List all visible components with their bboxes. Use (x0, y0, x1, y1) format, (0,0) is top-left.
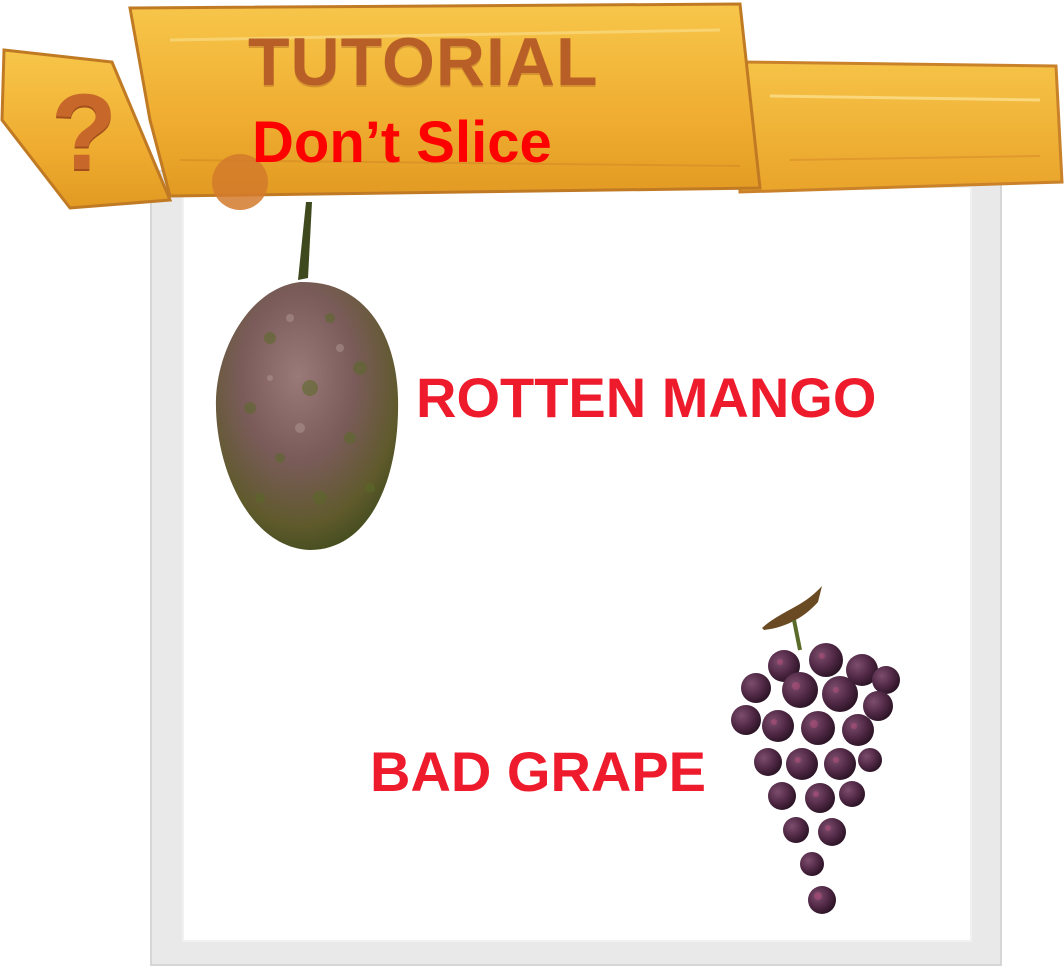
rotten-mango-icon (210, 198, 410, 558)
bad-grape-label: BAD GRAPE (370, 740, 707, 803)
rotten-mango-label: ROTTEN MANGO (416, 366, 877, 429)
tutorial-subtitle: Don’t Slice (252, 110, 552, 175)
bad-grape-icon (722, 580, 908, 930)
tutorial-title: TUTORIAL (248, 24, 599, 100)
help-icon: ? (51, 71, 117, 192)
